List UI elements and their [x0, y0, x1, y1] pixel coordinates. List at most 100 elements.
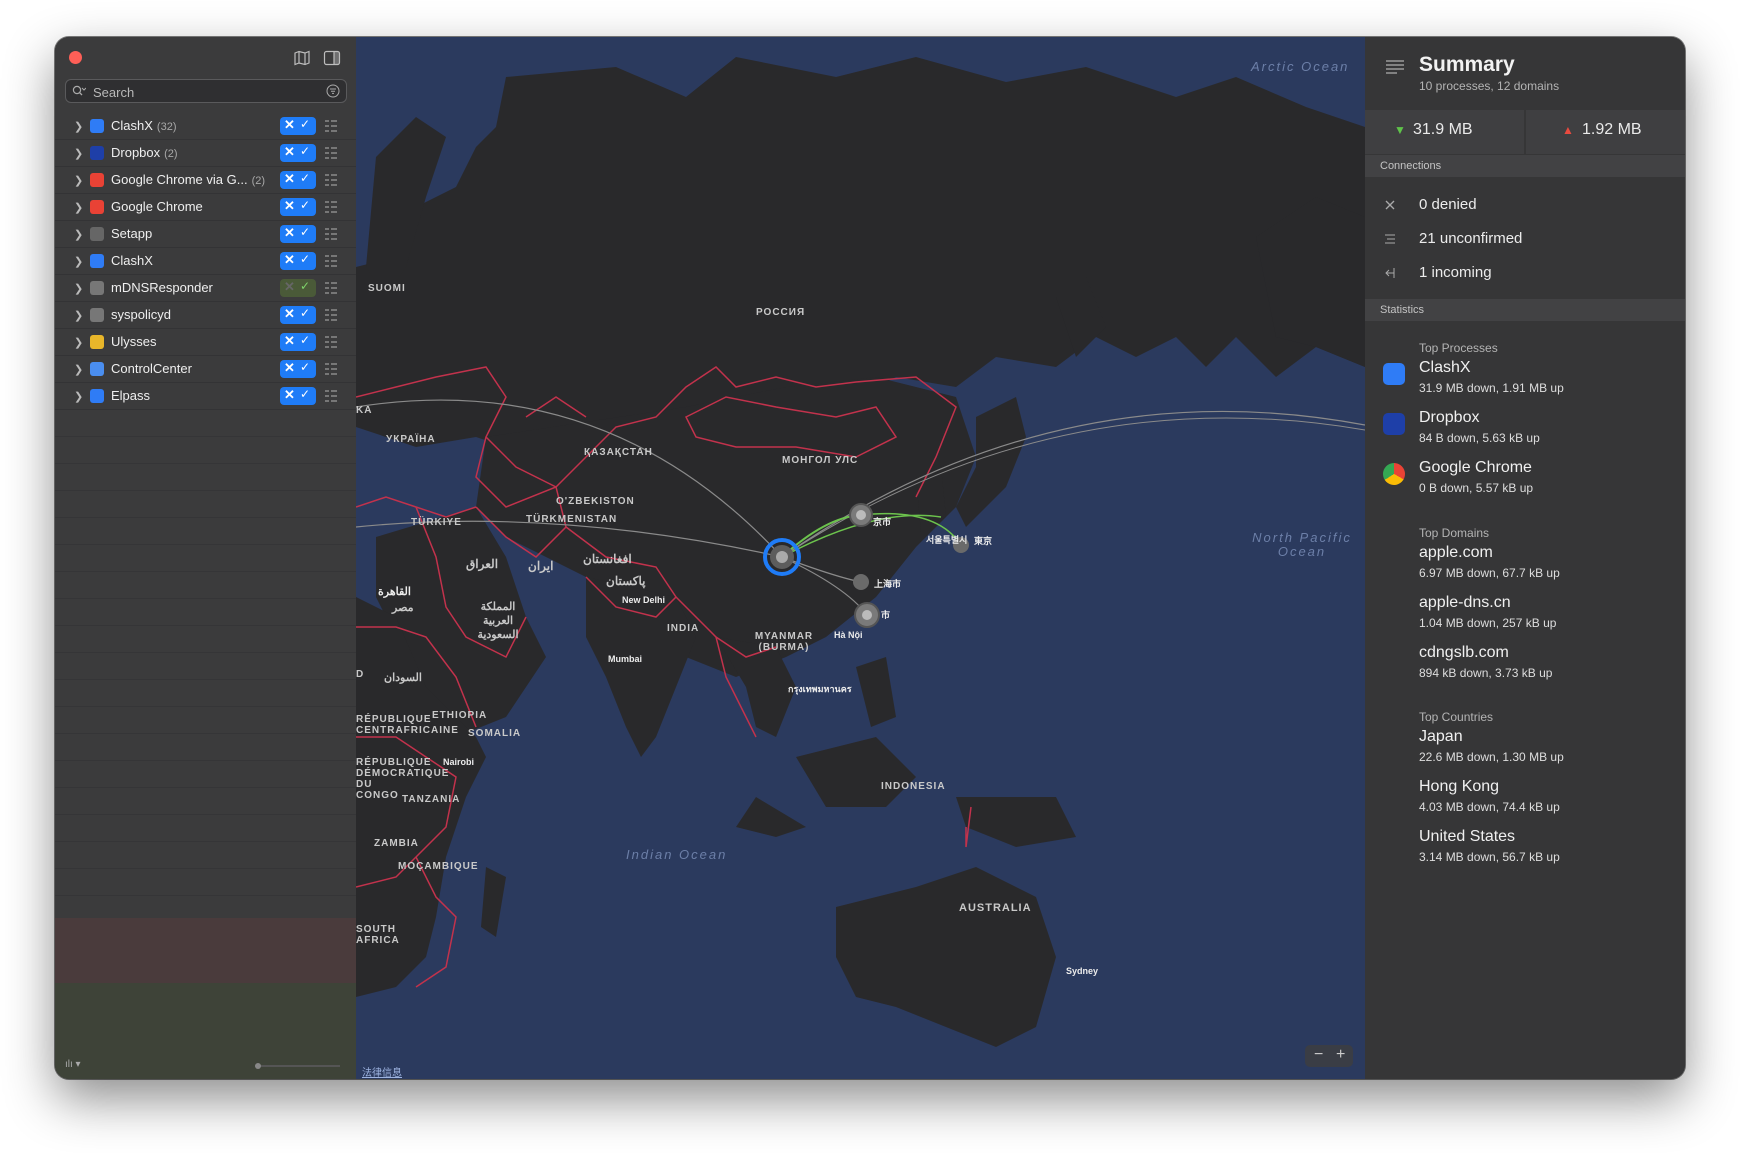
close-window-button[interactable]	[69, 51, 82, 64]
allow-deny-toggle[interactable]: ✕ ✓	[280, 360, 316, 378]
map-label-south-africa: SOUTH AFRICA	[356, 924, 400, 946]
allow-icon: ✓	[300, 360, 311, 374]
chevron-right-icon[interactable]: ❯	[74, 282, 83, 295]
empty-row	[55, 491, 356, 518]
rules-icon[interactable]	[324, 389, 338, 403]
graph-options-icon[interactable]: ılı ▾	[65, 1059, 81, 1070]
incoming-row[interactable]: 1 incoming	[1365, 258, 1685, 288]
allow-deny-toggle[interactable]: ✕ ✓	[280, 333, 316, 351]
top-domain-item[interactable]: cdngslb.com 894 kB down, 3.73 kB up	[1365, 644, 1685, 690]
process-row[interactable]: ❯ Dropbox (2) ✕ ✓	[55, 140, 356, 167]
slider-knob[interactable]	[255, 1063, 261, 1069]
rules-icon[interactable]	[324, 308, 338, 322]
deny-icon: ✕	[284, 306, 295, 321]
allow-deny-toggle[interactable]: ✕ ✓	[280, 279, 316, 297]
unconfirmed-row[interactable]: 21 unconfirmed	[1365, 224, 1685, 254]
rules-icon[interactable]	[324, 362, 338, 376]
rules-icon[interactable]	[324, 227, 338, 241]
search-input[interactable]	[91, 82, 315, 102]
summary-panel: Summary 10 processes, 12 domains ▼ 31.9 …	[1365, 37, 1685, 1079]
process-row[interactable]: ❯ Setapp ✕ ✓	[55, 221, 356, 248]
empty-row	[55, 653, 356, 680]
city-hanoi: Hà Nội	[834, 630, 863, 640]
ocean-label-arctic: Arctic Ocean	[1251, 59, 1350, 74]
time-slider[interactable]	[255, 1063, 340, 1069]
zoom-in-button[interactable]: +	[1336, 1046, 1345, 1064]
allow-deny-toggle[interactable]: ✕ ✓	[280, 144, 316, 162]
chevron-right-icon[interactable]: ❯	[74, 174, 83, 187]
chevron-right-icon[interactable]: ❯	[74, 390, 83, 403]
top-country-item[interactable]: Japan 22.6 MB down, 1.30 MB up	[1365, 728, 1685, 774]
rules-icon[interactable]	[324, 173, 338, 187]
process-name: Setapp	[111, 226, 156, 241]
map-label-kazakhstan: ҚАЗАҚСТАН	[584, 447, 653, 458]
chevron-right-icon[interactable]: ❯	[74, 201, 83, 214]
rules-icon[interactable]	[324, 119, 338, 133]
world-map[interactable]: Arctic Ocean Indian Ocean North Pacific …	[356, 37, 1365, 1079]
process-row[interactable]: ❯ ControlCenter ✕ ✓	[55, 356, 356, 383]
legal-link[interactable]: 法律信息	[362, 1064, 402, 1079]
top-domain-item[interactable]: apple.com 6.97 MB down, 67.7 kB up	[1365, 544, 1685, 590]
city-beijing: 京市	[873, 517, 892, 527]
search-icon	[72, 85, 86, 96]
denied-row[interactable]: 0 denied	[1365, 190, 1685, 220]
chevron-right-icon[interactable]: ❯	[74, 309, 83, 322]
filter-icon[interactable]	[326, 84, 340, 98]
node-shanghai[interactable]	[853, 574, 869, 590]
top-process-item[interactable]: ClashX 31.9 MB down, 1.91 MB up	[1365, 359, 1685, 405]
top-country-item[interactable]: Hong Kong 4.03 MB down, 74.4 kB up	[1365, 778, 1685, 824]
top-process-detail: 84 B down, 5.63 kB up	[1419, 431, 1540, 445]
process-row[interactable]: ❯ ClashX (32) ✕ ✓	[55, 113, 356, 140]
process-name: ClashX (32)	[111, 118, 176, 133]
allow-deny-toggle[interactable]: ✕ ✓	[280, 387, 316, 405]
allow-deny-toggle[interactable]: ✕ ✓	[280, 198, 316, 216]
chevron-right-icon[interactable]: ❯	[74, 336, 83, 349]
top-process-item[interactable]: Google Chrome 0 B down, 5.57 kB up	[1365, 459, 1685, 505]
allow-icon: ✓	[300, 225, 311, 239]
rules-icon[interactable]	[324, 200, 338, 214]
process-row[interactable]: ❯ Google Chrome ✕ ✓	[55, 194, 356, 221]
process-name: Google Chrome	[111, 199, 207, 214]
top-processes-label: Top Processes	[1419, 341, 1498, 355]
chevron-right-icon[interactable]: ❯	[74, 255, 83, 268]
search-field[interactable]	[65, 79, 347, 103]
map-label-suomi: SUOMI	[368, 283, 406, 294]
empty-row	[55, 437, 356, 464]
allow-deny-toggle[interactable]: ✕ ✓	[280, 171, 316, 189]
connection-count: (2)	[251, 175, 266, 187]
sidebar-toggle-icon[interactable]	[323, 50, 341, 66]
chevron-right-icon[interactable]: ❯	[74, 120, 83, 133]
rules-icon[interactable]	[324, 146, 338, 160]
deny-icon: ✕	[284, 360, 295, 375]
setapp-icon	[90, 227, 104, 241]
rules-icon[interactable]	[324, 281, 338, 295]
chevron-right-icon[interactable]: ❯	[74, 228, 83, 241]
top-country-item[interactable]: United States 3.14 MB down, 56.7 kB up	[1365, 828, 1685, 874]
denied-icon	[1385, 200, 1395, 210]
empty-row	[55, 680, 356, 707]
top-domain-item[interactable]: apple-dns.cn 1.04 MB down, 257 kB up	[1365, 594, 1685, 640]
allow-icon: ✓	[300, 387, 311, 401]
process-row[interactable]: ❯ mDNSResponder ✕ ✓	[55, 275, 356, 302]
ulysses-icon	[90, 335, 104, 349]
top-process-name: ClashX	[1419, 359, 1471, 376]
rules-icon[interactable]	[324, 254, 338, 268]
dropbox-icon	[1383, 413, 1405, 435]
rules-icon[interactable]	[324, 335, 338, 349]
process-row[interactable]: ❯ ClashX ✕ ✓	[55, 248, 356, 275]
map-view-icon[interactable]	[293, 50, 311, 66]
allow-deny-toggle[interactable]: ✕ ✓	[280, 252, 316, 270]
empty-row	[55, 788, 356, 815]
zoom-out-button[interactable]: −	[1314, 1046, 1323, 1064]
top-process-item[interactable]: Dropbox 84 B down, 5.63 kB up	[1365, 409, 1685, 455]
city-cairo: القاهرة	[378, 586, 411, 598]
allow-deny-toggle[interactable]: ✕ ✓	[280, 306, 316, 324]
chevron-right-icon[interactable]: ❯	[74, 363, 83, 376]
process-row[interactable]: ❯ Google Chrome via G... (2) ✕ ✓	[55, 167, 356, 194]
chevron-right-icon[interactable]: ❯	[74, 147, 83, 160]
process-row[interactable]: ❯ Elpass ✕ ✓	[55, 383, 356, 410]
allow-deny-toggle[interactable]: ✕ ✓	[280, 225, 316, 243]
allow-deny-toggle[interactable]: ✕ ✓	[280, 117, 316, 135]
process-row[interactable]: ❯ Ulysses ✕ ✓	[55, 329, 356, 356]
process-row[interactable]: ❯ syspolicyd ✕ ✓	[55, 302, 356, 329]
